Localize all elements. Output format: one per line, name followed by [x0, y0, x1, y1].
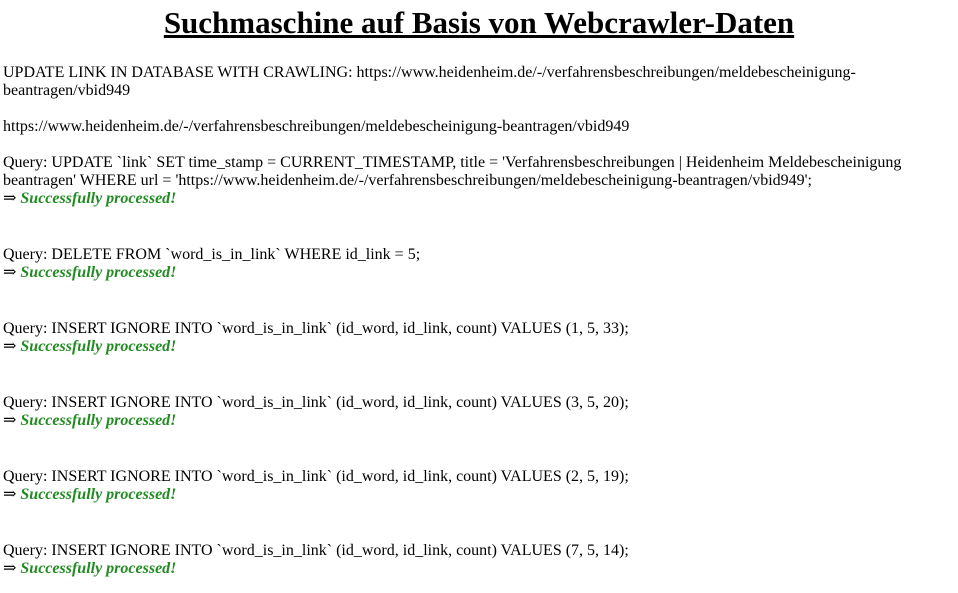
- page: Suchmaschine auf Basis von Webcrawler-Da…: [0, 0, 958, 593]
- success-message: Successfully processed!: [20, 190, 177, 207]
- query-block: Query: UPDATE `link` SET time_stamp = CU…: [3, 154, 913, 208]
- crawled-url: https://www.heidenheim.de/-/verfahrensbe…: [3, 118, 630, 135]
- success-message: Successfully processed!: [20, 412, 177, 429]
- page-title: Suchmaschine auf Basis von Webcrawler-Da…: [163, 5, 795, 40]
- query-status: ⇒ Successfully processed!: [3, 190, 913, 208]
- query-block: Query: DELETE FROM `word_is_in_link` WHE…: [3, 246, 913, 282]
- arrow-icon: ⇒: [3, 412, 17, 429]
- query-text: Query: INSERT IGNORE INTO `word_is_in_li…: [3, 468, 629, 485]
- query-status: ⇒ Successfully processed!: [3, 560, 913, 578]
- success-message: Successfully processed!: [20, 486, 177, 503]
- query-status: ⇒ Successfully processed!: [3, 338, 913, 356]
- success-message: Successfully processed!: [20, 264, 177, 281]
- arrow-icon: ⇒: [3, 486, 17, 503]
- query-block: Query: INSERT IGNORE INTO `word_is_in_li…: [3, 468, 913, 504]
- query-block: Query: INSERT IGNORE INTO `word_is_in_li…: [3, 394, 913, 430]
- query-text: Query: DELETE FROM `word_is_in_link` WHE…: [3, 246, 421, 263]
- arrow-icon: ⇒: [3, 560, 17, 577]
- arrow-icon: ⇒: [3, 190, 17, 207]
- query-text: Query: INSERT IGNORE INTO `word_is_in_li…: [3, 542, 629, 559]
- query-text: Query: INSERT IGNORE INTO `word_is_in_li…: [3, 394, 629, 411]
- success-message: Successfully processed!: [20, 560, 177, 577]
- success-message: Successfully processed!: [20, 338, 177, 355]
- query-status: ⇒ Successfully processed!: [3, 412, 913, 430]
- query-text: Query: INSERT IGNORE INTO `word_is_in_li…: [3, 320, 629, 337]
- query-status: ⇒ Successfully processed!: [3, 486, 913, 504]
- arrow-icon: ⇒: [3, 338, 17, 355]
- query-block: Query: INSERT IGNORE INTO `word_is_in_li…: [3, 320, 913, 356]
- query-block: Query: INSERT IGNORE INTO `word_is_in_li…: [3, 542, 913, 578]
- query-status: ⇒ Successfully processed!: [3, 264, 913, 282]
- query-text: Query: UPDATE `link` SET time_stamp = CU…: [3, 154, 902, 189]
- update-link-message: UPDATE LINK IN DATABASE WITH CRAWLING: h…: [3, 64, 856, 99]
- arrow-icon: ⇒: [3, 264, 17, 281]
